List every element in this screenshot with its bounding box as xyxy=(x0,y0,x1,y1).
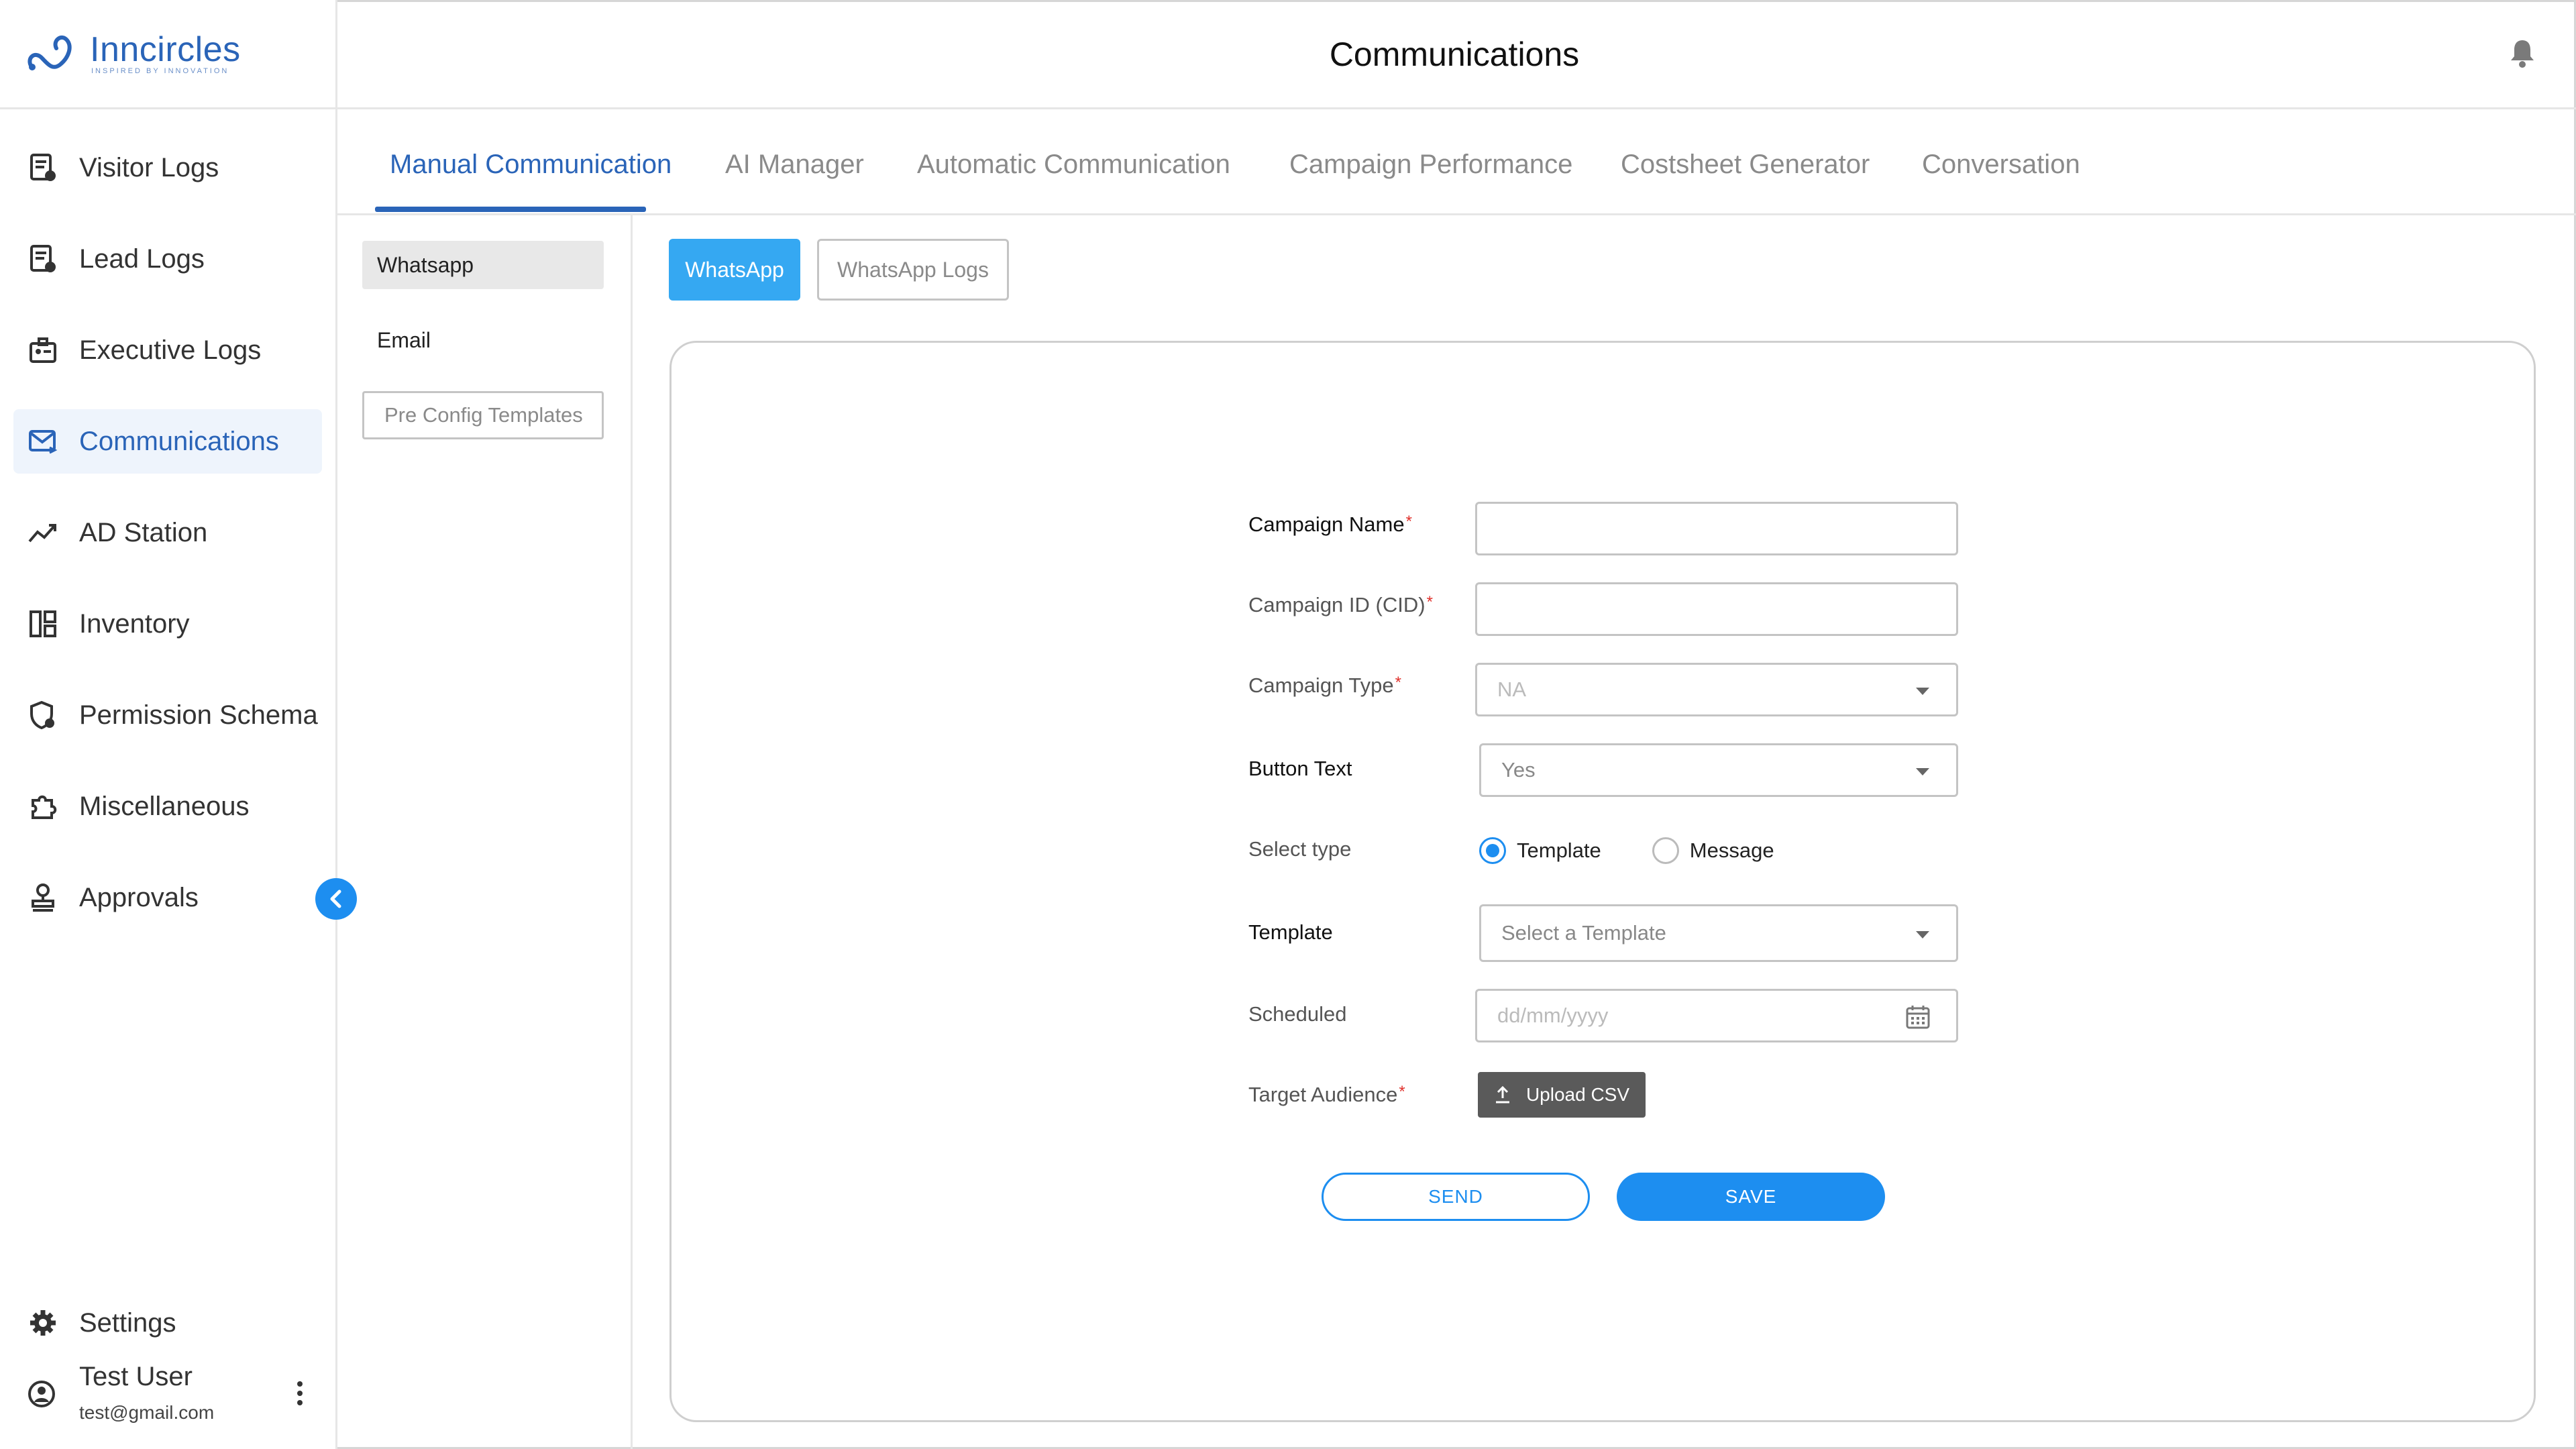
lead-logs-icon xyxy=(27,243,59,275)
upload-csv-label: Upload CSV xyxy=(1525,1084,1630,1105)
sidebar-item-miscellaneous[interactable]: Miscellaneous xyxy=(13,774,322,839)
sidebar-item-communications[interactable]: Communications xyxy=(13,409,322,474)
upload-csv-button[interactable]: Upload CSV xyxy=(1478,1072,1646,1118)
gear-icon xyxy=(27,1307,59,1339)
brand-logo[interactable]: Inncircles INSPIRED BY INNOVATION xyxy=(0,0,335,109)
radio-template-label[interactable]: Template xyxy=(1517,839,1601,863)
calendar-icon[interactable] xyxy=(1905,1004,1931,1030)
send-button[interactable]: SEND xyxy=(1322,1173,1590,1221)
select-type-label: Select type xyxy=(1248,837,1352,861)
sidebar-item-label: Approvals xyxy=(79,882,199,912)
user-profile[interactable]: Test User test@gmail.com xyxy=(13,1355,322,1429)
sidebar-item-label: Miscellaneous xyxy=(79,791,250,821)
button-text-select[interactable]: Yes xyxy=(1479,743,1958,797)
scheduled-date-input[interactable]: dd/mm/yyyy xyxy=(1475,989,1958,1042)
sidebar-item-label: Visitor Logs xyxy=(79,152,219,182)
caret-down-icon xyxy=(1916,931,1929,938)
page-title: Communications xyxy=(1329,36,1580,73)
brand-tagline: INSPIRED BY INNOVATION xyxy=(91,67,229,75)
whatsapp-logs-button[interactable]: WhatsApp Logs xyxy=(817,239,1009,301)
trend-icon xyxy=(27,517,59,549)
scheduled-label: Scheduled xyxy=(1248,1002,1347,1026)
executive-logs-icon xyxy=(27,334,59,366)
radio-message[interactable] xyxy=(1652,837,1679,864)
tab-automatic-communication[interactable]: Automatic Communication xyxy=(917,150,1230,180)
caret-down-icon xyxy=(1916,688,1929,695)
sidebar-item-label: Permission Schema xyxy=(79,700,318,730)
active-tab-indicator xyxy=(375,207,646,212)
bell-icon[interactable] xyxy=(2509,38,2536,68)
sidebar-item-label: Executive Logs xyxy=(79,335,262,365)
tab-bar: Manual Communication AI Manager Automati… xyxy=(337,109,2576,215)
tab-manual-communication[interactable]: Manual Communication xyxy=(390,150,672,180)
subnav-email[interactable]: Email xyxy=(362,316,604,364)
puzzle-icon xyxy=(27,790,59,822)
subnav-preconfig-templates[interactable]: Pre Config Templates xyxy=(362,391,604,439)
caret-down-icon xyxy=(1916,768,1929,775)
sidebar-item-visitor-logs[interactable]: Visitor Logs xyxy=(13,136,322,200)
sidebar-item-inventory[interactable]: Inventory xyxy=(13,592,322,656)
inventory-icon xyxy=(27,608,59,640)
sidebar-item-ad-station[interactable]: AD Station xyxy=(13,500,322,565)
campaign-name-label: Campaign Name* xyxy=(1248,513,1412,536)
sidebar-item-label: Lead Logs xyxy=(79,244,205,274)
sidebar: Inncircles INSPIRED BY INNOVATION Visito… xyxy=(0,0,337,1449)
stamp-icon xyxy=(27,881,59,914)
radio-template[interactable] xyxy=(1479,837,1506,864)
template-label: Template xyxy=(1248,920,1333,944)
user-email: test@gmail.com xyxy=(79,1402,215,1423)
settings-label: Settings xyxy=(79,1307,176,1338)
save-button[interactable]: SAVE xyxy=(1617,1173,1885,1221)
campaign-id-label: Campaign ID (CID)* xyxy=(1248,593,1433,616)
template-select[interactable]: Select a Template xyxy=(1479,904,1958,962)
brand-name: Inncircles xyxy=(90,30,241,69)
shield-icon xyxy=(27,699,59,731)
sidebar-item-label: AD Station xyxy=(79,517,208,547)
sidebar-item-label: Inventory xyxy=(79,608,190,639)
sidebar-item-lead-logs[interactable]: Lead Logs xyxy=(13,227,322,291)
campaign-id-input[interactable] xyxy=(1475,582,1958,636)
tab-costsheet-generator[interactable]: Costsheet Generator xyxy=(1621,150,1870,180)
tab-conversation[interactable]: Conversation xyxy=(1922,150,2080,180)
upload-icon xyxy=(1495,1085,1509,1104)
visitor-logs-icon xyxy=(27,152,59,184)
button-text-label: Button Text xyxy=(1248,757,1352,780)
avatar-icon xyxy=(28,1381,55,1407)
tab-ai-manager[interactable]: AI Manager xyxy=(725,150,864,180)
campaign-type-select[interactable]: NA xyxy=(1475,663,1958,716)
sidebar-item-approvals[interactable]: Approvals xyxy=(13,865,322,930)
campaign-name-input[interactable] xyxy=(1475,502,1958,555)
sidebar-item-label: Communications xyxy=(79,426,279,456)
mail-icon xyxy=(27,425,59,458)
sidebar-item-executive-logs[interactable]: Executive Logs xyxy=(13,318,322,382)
logo-icon xyxy=(28,35,72,70)
page-header: Communications xyxy=(337,0,2576,109)
target-audience-label: Target Audience* xyxy=(1248,1083,1405,1106)
campaign-type-label: Campaign Type* xyxy=(1248,674,1401,697)
user-name: Test User xyxy=(79,1362,193,1391)
whatsapp-button[interactable]: WhatsApp xyxy=(669,239,800,301)
subnav-whatsapp[interactable]: Whatsapp xyxy=(362,241,604,289)
select-type-radio-group: Template Message xyxy=(1479,836,1825,865)
tab-campaign-performance[interactable]: Campaign Performance xyxy=(1289,150,1572,180)
sidebar-item-permission-schema[interactable]: Permission Schema xyxy=(13,683,322,747)
more-vertical-icon[interactable] xyxy=(295,1379,305,1409)
sidebar-item-settings[interactable]: Settings xyxy=(13,1291,322,1355)
channel-subnav: Whatsapp Email Pre Config Templates xyxy=(337,215,633,1449)
radio-message-label[interactable]: Message xyxy=(1690,839,1774,863)
